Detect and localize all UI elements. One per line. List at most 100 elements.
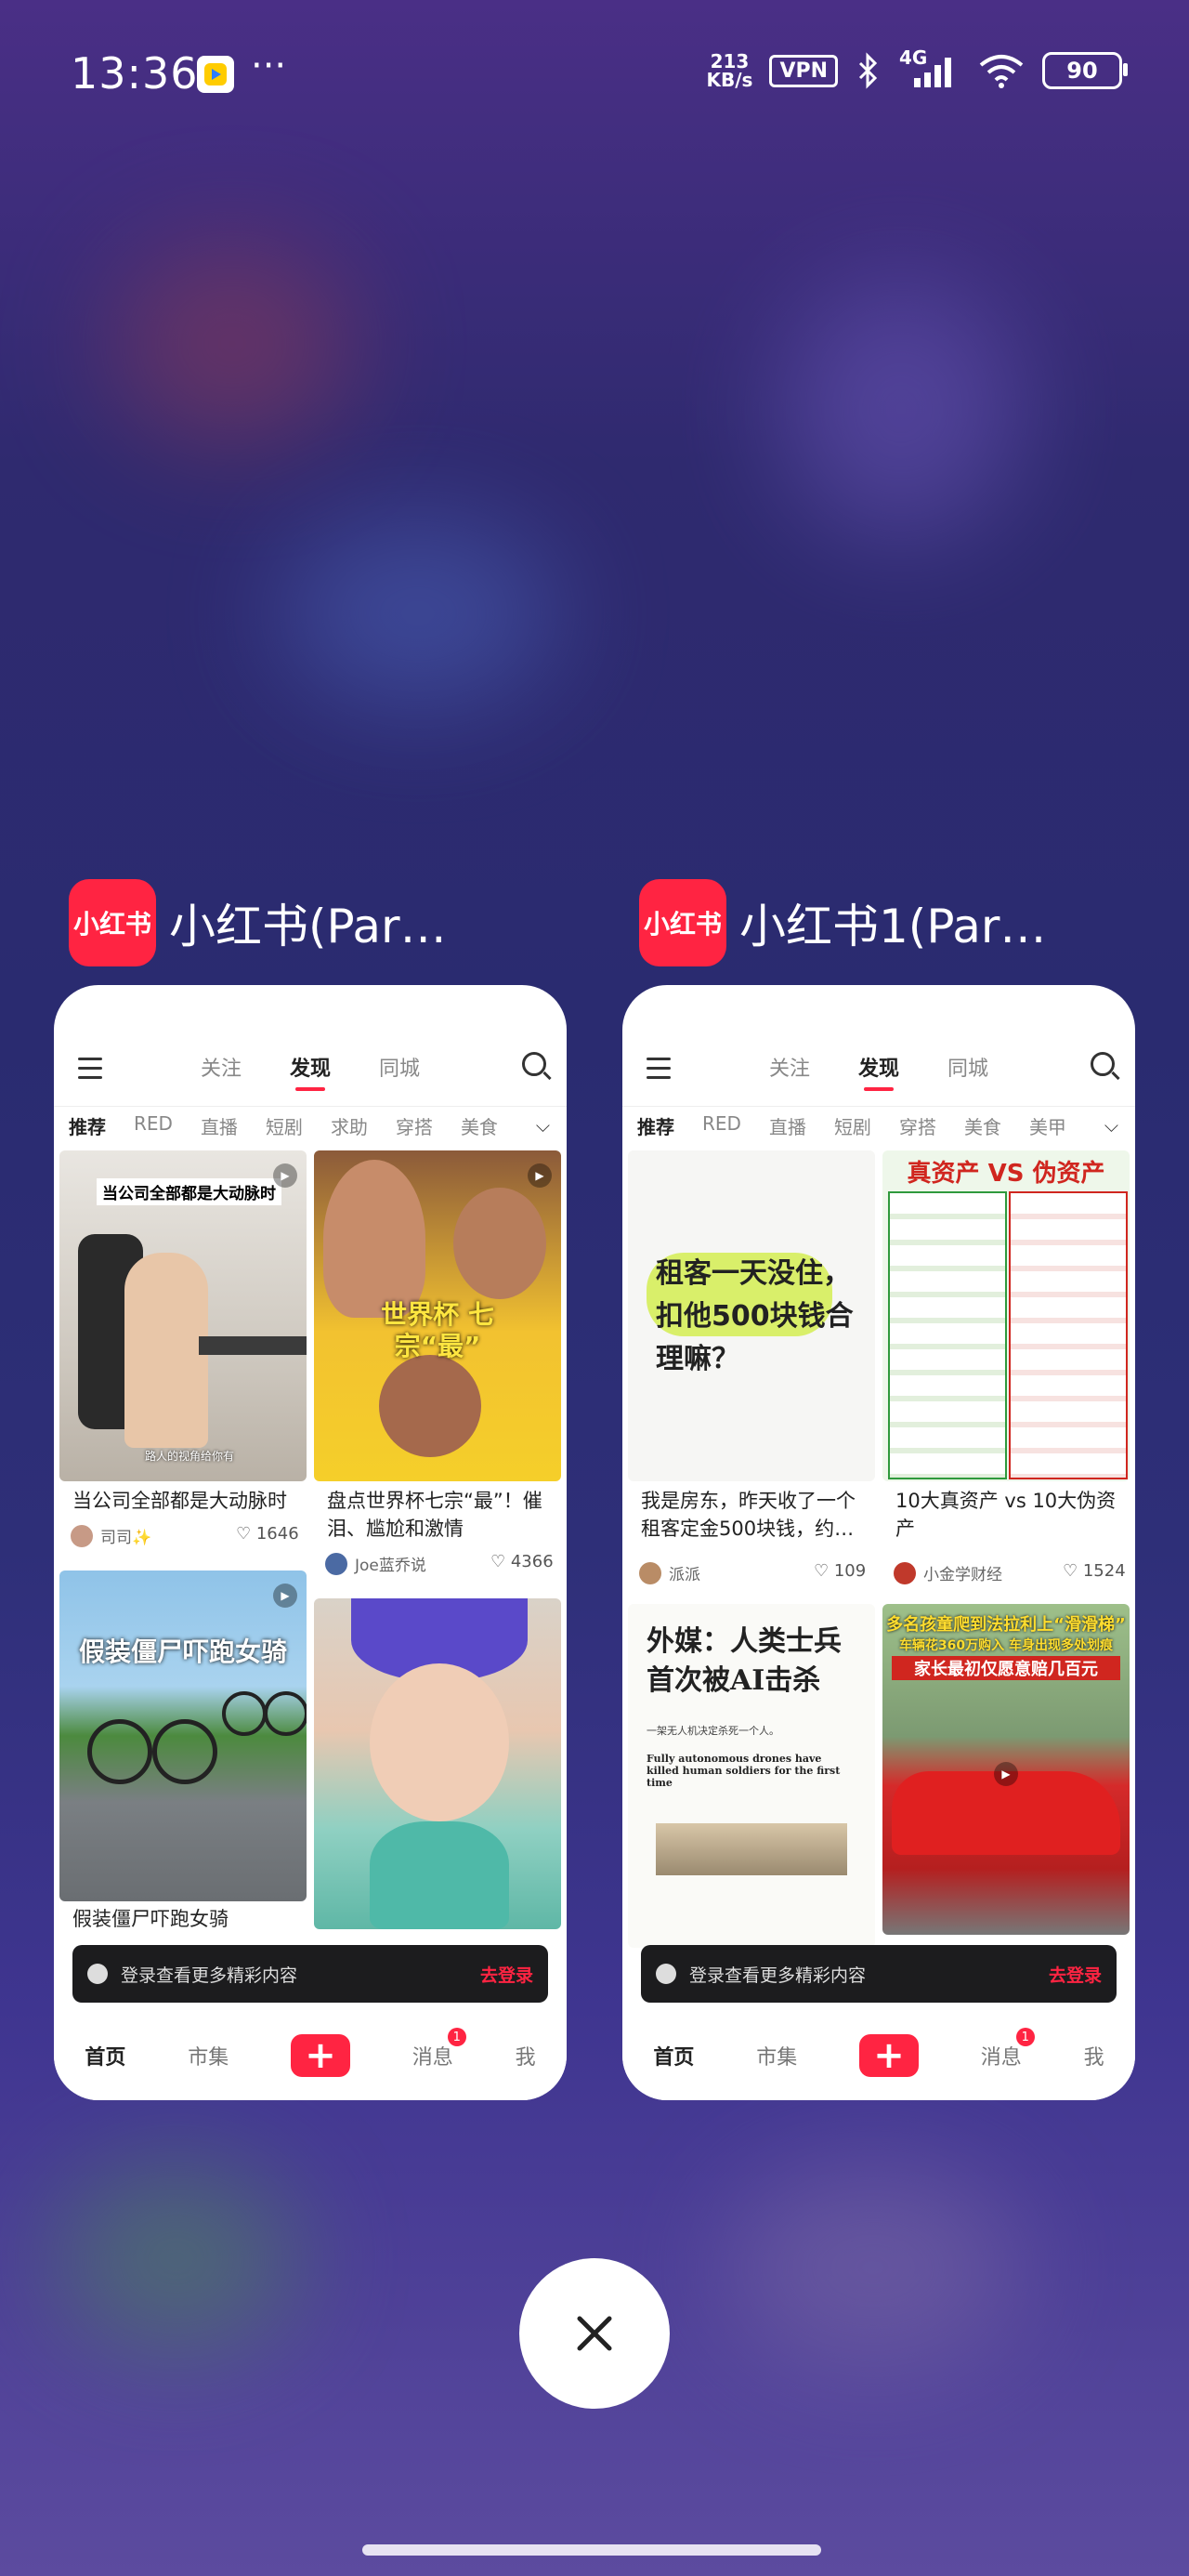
avatar [639,1561,661,1584]
category-item[interactable]: 穿搭 [396,1112,433,1143]
category-item[interactable]: 短剧 [266,1112,303,1143]
tile-caption: 当公司全部都是大动脉时 [97,1178,281,1205]
background-blur [780,279,1022,539]
bluetooth-icon [858,52,878,89]
note-title[interactable]: 盘点世界杯七宗“最”！催泪、尴尬和激情 [327,1487,555,1543]
nav-me[interactable]: 我 [1084,2041,1104,2070]
recent-app-card-2[interactable]: 关注 发现 同城 推荐 RED 直播 短剧 穿搭 美食 美甲 ⌵ 租客一天没住，… [622,985,1135,2100]
avatar [894,1561,916,1584]
category-item[interactable]: 求助 [331,1112,368,1143]
category-item[interactable]: RED [134,1112,173,1143]
tab-discover[interactable]: 发现 [290,1052,331,1091]
nav-home[interactable]: 首页 [85,2041,125,2070]
feed-image[interactable]: 世界杯 七宗“最” ▶ [314,1150,561,1481]
tile-subcaption: 车辆花360万购入 车身出现多处划痕 [898,1638,1114,1653]
tab-local[interactable]: 同城 [379,1052,420,1082]
category-item[interactable]: 推荐 [69,1112,106,1143]
feed-image[interactable]: 真资产 VS 伪资产 [882,1150,1130,1481]
nav-messages[interactable]: 消息 1 [412,2028,466,2070]
nav-me[interactable]: 我 [516,2041,536,2070]
background-blur [725,2165,1022,2370]
category-item[interactable]: 直播 [769,1112,806,1143]
create-post-button[interactable]: + [858,2034,919,2077]
nav-market[interactable]: 市集 [188,2041,229,2070]
chevron-down-icon[interactable]: ⌵ [536,1114,550,1137]
app-header-2[interactable]: 小红书 小红书1(Par… [639,879,1046,966]
author: 司司✨ [71,1524,151,1547]
feed-image[interactable] [314,1598,561,1929]
like-count-value: 1646 [255,1524,299,1544]
feed-image[interactable]: 假装僵尸吓跑女骑 ▶ [59,1571,307,1901]
battery-icon: 90 [1042,52,1128,89]
category-item[interactable]: 美食 [964,1112,1001,1143]
feed-image[interactable]: 当公司全部都是大动脉时 路人的视角给你有 ▶ [59,1150,307,1481]
list-panel-left [888,1191,1007,1479]
top-nav: 关注 发现 同城 [622,985,1135,1095]
author: 派派 [639,1561,700,1584]
nav-messages[interactable]: 消息 1 [980,2028,1035,2070]
note-title[interactable]: 10大真资产 vs 10大伪资产 [895,1487,1124,1543]
tab-local[interactable]: 同城 [947,1052,988,1082]
login-button[interactable]: 去登录 [1049,1962,1102,1987]
close-icon [577,2316,612,2351]
feed-image[interactable]: 租客一天没住，扣他500块钱合理嘛？ [628,1150,875,1481]
create-post-button[interactable]: + [290,2034,350,2077]
author-name: Joe蓝乔说 [355,1557,426,1575]
tab-discover[interactable]: 发现 [858,1052,899,1091]
nav-market[interactable]: 市集 [756,2041,797,2070]
tile-caption: 世界杯 七宗“最” [381,1299,494,1361]
avatar [71,1524,93,1547]
tile-caption: 多名孩童爬到法拉利上“滑滑梯” [886,1615,1126,1635]
drone-photo [656,1823,847,1875]
vpn-icon: VPN [769,54,838,87]
chevron-down-icon[interactable]: ⌵ [1104,1114,1118,1137]
tab-follow[interactable]: 关注 [769,1052,810,1082]
cyclist [152,1719,217,1784]
video-play-icon: ▶ [273,1163,297,1188]
bottom-nav: 首页 市集 + 消息 1 我 [54,2011,567,2100]
category-item[interactable]: 穿搭 [899,1112,936,1143]
note-title[interactable]: 我是房东，昨天收了一个租客定金500块钱，约… [641,1487,869,1543]
category-item[interactable]: 直播 [201,1112,238,1143]
category-item[interactable]: 美食 [461,1112,498,1143]
category-item[interactable]: 美甲 [1029,1112,1066,1143]
like-count-value: 4366 [510,1552,554,1571]
like-count[interactable]: ♡ 1646 [236,1524,299,1544]
like-count[interactable]: ♡ 1524 [1063,1561,1126,1581]
clear-all-button[interactable] [519,2258,670,2409]
login-prompt-bar[interactable]: 登录查看更多精彩内容 去登录 [72,1945,548,2003]
category-item[interactable]: RED [702,1112,741,1143]
status-time: 13:36 [71,48,199,99]
message-badge: 1 [447,2028,466,2046]
search-icon[interactable] [1091,1052,1115,1076]
login-button[interactable]: 去登录 [480,1962,533,1987]
tab-follow[interactable]: 关注 [201,1052,242,1082]
battery-level: 90 [1066,58,1098,84]
category-item[interactable]: 短剧 [834,1112,871,1143]
recent-app-card-1[interactable]: 关注 发现 同城 推荐 RED 直播 短剧 求助 穿搭 美食 ⌵ 当公司全部都是… [54,985,567,2100]
author-name: 派派 [669,1566,700,1584]
network-speed-value: 213 [710,50,750,72]
home-indicator[interactable] [362,2544,821,2556]
cyclist [264,1691,307,1736]
swimsuit [370,1821,509,1929]
category-bar: 推荐 RED 直播 短剧 求助 穿搭 美食 ⌵ [54,1106,567,1143]
category-item[interactable]: 推荐 [637,1112,674,1143]
login-prompt-bar[interactable]: 登录查看更多精彩内容 去登录 [641,1945,1117,2003]
tile-caption: 假装僵尸吓跑女骑 [78,1636,287,1667]
like-count[interactable]: ♡ 109 [814,1561,866,1581]
search-icon[interactable] [522,1052,546,1076]
background-blur [111,242,353,446]
status-indicators: 213 KB/s VPN 4G 90 [706,46,1128,89]
like-count[interactable]: ♡ 4366 [490,1552,554,1571]
app-header-1[interactable]: 小红书 小红书(Par… [69,879,447,966]
tile-subcaption: 路人的视角给你有 [145,1450,235,1463]
nav-home[interactable]: 首页 [653,2041,694,2070]
nav-messages-label: 消息 [980,2046,1022,2070]
feed-image[interactable]: 多名孩童爬到法拉利上“滑滑梯” 车辆花360万购入 车身出现多处划痕 家长最初仅… [882,1604,1130,1935]
nav-messages-label: 消息 [412,2046,453,2070]
note-title[interactable]: 假装僵尸吓跑女骑 [72,1905,301,1933]
note-title[interactable]: 当公司全部都是大动脉时 [72,1487,301,1515]
feed-image[interactable]: 外媒：人类士兵首次被AI击杀 一架无人机决定杀死一个人。 Fully auton… [628,1604,875,1948]
user-icon [656,1964,676,1984]
